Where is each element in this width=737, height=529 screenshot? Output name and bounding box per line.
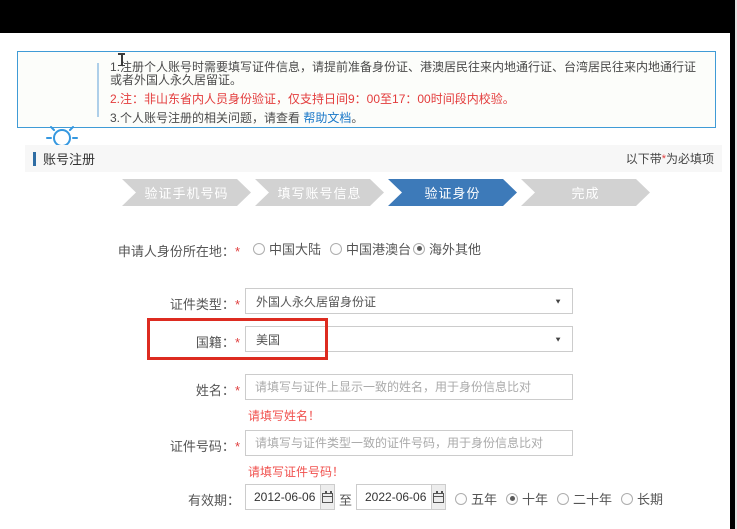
calendar-button[interactable] — [320, 485, 334, 509]
radio-overseas-other[interactable]: 海外其他 — [413, 239, 481, 258]
title-accent-bar — [33, 152, 36, 166]
notice-line-3: 3.个人账号注册的相关问题，请查看 帮助文档。 — [110, 112, 700, 125]
notice-line-2: 2.注：非山东省内人员身份验证，仅支持日间9：00至17：00时间段内校验。 — [110, 93, 700, 106]
notice-divider — [97, 63, 99, 117]
cert-no-error: 请填写证件号码！ — [248, 463, 344, 480]
step-verify-identity: 验证身份 — [388, 179, 517, 206]
help-doc-link[interactable]: 帮助文档 — [303, 111, 351, 125]
nationality-select[interactable]: 美国 ▼ — [245, 326, 573, 352]
radio-icon — [455, 493, 467, 505]
nationality-label: 国籍：* — [30, 332, 240, 351]
radio-icon — [557, 493, 569, 505]
top-letterbox — [0, 0, 737, 33]
cert-type-label: 证件类型：* — [30, 294, 240, 313]
name-label: 姓名：* — [30, 380, 240, 399]
validity-end-field — [356, 484, 446, 510]
radio-icon — [621, 493, 633, 505]
step-done: 完成 — [521, 179, 650, 206]
calendar-icon — [322, 493, 333, 503]
radio-ten-years[interactable]: 十年 — [506, 489, 548, 508]
name-input[interactable] — [245, 374, 573, 400]
registration-page: 1.注册个人账号时需要填写证件信息，请提前准备身份证、港澳居民往来内地通行证、台… — [0, 0, 737, 529]
i-beam-cursor-icon — [117, 52, 126, 66]
calendar-icon — [433, 493, 444, 503]
cert-no-label: 证件号码：* — [30, 436, 240, 455]
page-title: 账号注册 — [43, 149, 95, 168]
caret-down-icon: ▼ — [554, 297, 562, 305]
notice-line-1: 1.注册个人账号时需要填写证件信息，请提前准备身份证、港澳居民往来内地通行证、台… — [110, 61, 700, 87]
radio-icon — [413, 243, 425, 255]
cert-no-input[interactable] — [245, 430, 573, 456]
calendar-button[interactable] — [431, 485, 445, 509]
radio-icon — [506, 493, 518, 505]
radio-twenty-years[interactable]: 二十年 — [557, 489, 612, 508]
radio-icon — [330, 243, 342, 255]
step-progress: 验证手机号码 填写账号信息 验证身份 完成 — [122, 179, 650, 206]
validity-end-input[interactable] — [357, 485, 431, 509]
location-label: 申请人身份所在地：* — [30, 241, 240, 260]
validity-start-field — [245, 484, 335, 510]
name-error: 请填写姓名！ — [248, 407, 320, 424]
radio-long-term[interactable]: 长期 — [621, 489, 663, 508]
step-verify-phone: 验证手机号码 — [122, 179, 251, 206]
validity-label: 有效期： — [30, 490, 240, 509]
radio-mainland-china[interactable]: 中国大陆 — [253, 239, 321, 258]
validity-to-text: 至 — [339, 490, 352, 509]
validity-duration-radios: 五年 十年 二十年 长期 — [455, 489, 663, 508]
required-note: 以下带*为必填项 — [626, 150, 714, 167]
validity-start-input[interactable] — [246, 485, 320, 509]
section-header: 账号注册 以下带*为必填项 — [25, 145, 722, 172]
radio-icon — [253, 243, 265, 255]
step-account-info: 填写账号信息 — [255, 179, 384, 206]
cert-type-select[interactable]: 外国人永久居留身份证 ▼ — [245, 288, 573, 314]
caret-down-icon: ▼ — [554, 335, 562, 343]
radio-hk-macao-taiwan[interactable]: 中国港澳台 — [330, 239, 411, 258]
radio-five-years[interactable]: 五年 — [455, 489, 497, 508]
